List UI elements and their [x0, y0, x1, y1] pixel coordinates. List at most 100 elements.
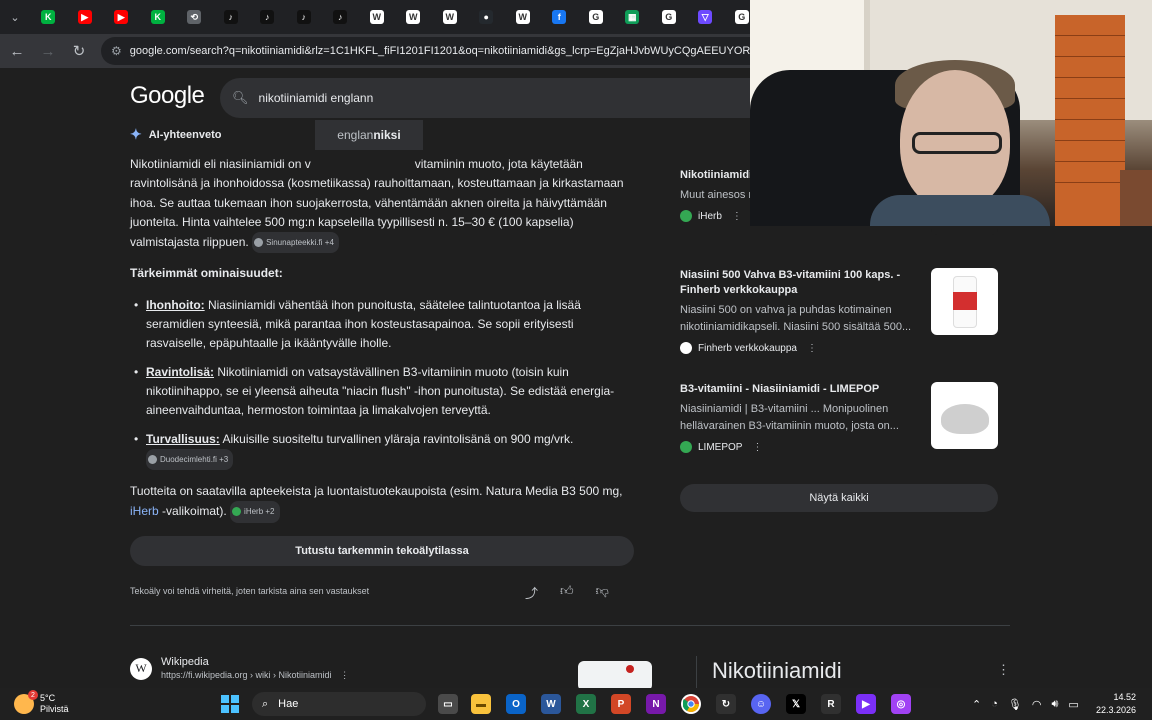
source-card-desc: Niasiini 500 on vahva ja puhdas kotimain… — [680, 304, 912, 333]
more-vert-icon[interactable]: ⋮ — [807, 343, 817, 354]
browser-tab[interactable]: G — [578, 0, 615, 34]
weather-icon: 2 — [14, 690, 38, 714]
source-favicon-icon — [254, 238, 264, 248]
browser-tab[interactable]: ▦ — [614, 0, 651, 34]
windows-start-icon[interactable] — [220, 694, 240, 714]
webcam-overlay — [750, 0, 1152, 226]
windows-taskbar: 2 5°C Pilvistä ⌕ Hae ▭ ▬ O W X P N ↻ ☺ 𝕏 R… — [0, 688, 1152, 720]
source-chip[interactable]: Sinunapteekki.fi +4 — [252, 232, 339, 254]
discord-icon[interactable]: ☺ — [751, 694, 771, 714]
word-icon[interactable]: W — [541, 694, 561, 714]
more-vert-icon[interactable]: ⋮ — [752, 442, 762, 453]
result-url: https://fi.wikipedia.org › wiki › Nikoti… — [161, 670, 349, 681]
wikipedia-result[interactable]: W Wikipedia https://fi.wikipedia.org › w… — [130, 656, 349, 681]
site-favicon-icon — [680, 210, 692, 222]
source-chip-label: Sinunapteekki.fi +4 — [266, 238, 334, 248]
knowledge-panel-title: Nikotiiniamidi — [712, 658, 842, 683]
source-favicon-icon — [232, 507, 242, 517]
wikipedia-thumbnail[interactable] — [578, 661, 652, 688]
task-view-icon[interactable]: ▭ — [438, 694, 458, 714]
site-name: LIMEPOP — [698, 441, 743, 453]
wifi-icon[interactable]: ◠ — [1032, 698, 1042, 711]
browser-tab[interactable]: ⟲ — [176, 0, 213, 34]
browser-tab[interactable]: ● — [468, 0, 505, 34]
volume-icon[interactable]: 🔊︎ — [1051, 698, 1058, 711]
excel-icon[interactable]: X — [576, 694, 596, 714]
outlook-icon[interactable]: O — [506, 694, 526, 714]
browser-tab[interactable]: f — [541, 0, 578, 34]
microphone-icon[interactable]: 🎙︎ — [1008, 698, 1022, 711]
tab-search-chevron-icon[interactable]: ⌄ — [0, 0, 30, 34]
divider — [130, 625, 1010, 626]
site-name: iHerb — [698, 210, 722, 222]
notification-badge: 2 — [28, 690, 38, 700]
browser-tab[interactable]: K — [140, 0, 177, 34]
taskbar-search[interactable]: ⌕ Hae — [252, 692, 426, 716]
more-vert-icon[interactable]: ⋮ — [340, 670, 349, 680]
network-icon[interactable]: ◔ — [991, 698, 998, 710]
result-site-name[interactable]: Wikipedia — [161, 656, 349, 668]
thumbs-down-icon[interactable]: 👎︎ — [596, 583, 609, 602]
browser-tab[interactable]: W — [359, 0, 396, 34]
system-tray: ⌃ ◔ 🎙︎ ◠ 🔊︎ ▭ — [972, 688, 1079, 720]
chrome-icon[interactable] — [681, 694, 701, 714]
iherb-link[interactable]: iHerb — [130, 504, 159, 518]
clock[interactable]: 14.52 22.3.2026 — [1096, 691, 1136, 717]
github-icon: ● — [479, 10, 494, 24]
browser-tab[interactable]: ♪ — [286, 0, 323, 34]
more-vert-icon[interactable]: ⋮ — [732, 211, 742, 222]
google-logo[interactable]: Google — [130, 82, 205, 110]
source-card-title[interactable]: Niasiini 500 Vahva B3-vitamiini 100 kaps… — [680, 268, 930, 298]
share-icon[interactable]: ⤴ — [525, 583, 538, 602]
battery-icon[interactable]: ▭ — [1068, 698, 1078, 711]
address-url: google.com/search?q=nikotiiniamidi&rlz=1… — [129, 45, 753, 57]
source-chip[interactable]: Duodecimlehti.fi +3 — [146, 449, 234, 471]
weather-condition: Pilvistä — [40, 704, 69, 714]
x-icon[interactable]: 𝕏 — [786, 694, 806, 714]
browser-tab[interactable]: K — [30, 0, 67, 34]
product-thumbnail[interactable] — [931, 268, 998, 335]
browser-tab[interactable]: W — [505, 0, 542, 34]
suggestion-completion: niksi — [373, 128, 401, 142]
browser-tab[interactable]: ♪ — [322, 0, 359, 34]
clipchamp-icon[interactable]: ▶ — [856, 694, 876, 714]
site-info-icon[interactable]: ⚙ — [111, 44, 122, 58]
proton-icon: ▽ — [698, 10, 713, 24]
chevron-up-icon[interactable]: ⌃ — [972, 698, 981, 711]
onenote-icon[interactable]: N — [646, 694, 666, 714]
k-icon: K — [41, 10, 56, 24]
show-all-button[interactable]: Näytä kaikki — [680, 484, 998, 512]
app-icon[interactable]: ↻ — [716, 694, 736, 714]
autocomplete-suggestion[interactable]: englan niksi — [315, 120, 423, 150]
sparkle-icon: ✦ — [130, 126, 142, 142]
file-explorer-icon[interactable]: ▬ — [471, 694, 491, 714]
feedback-actions: ⤴ 👍︎ 👎︎ — [525, 583, 609, 602]
reload-icon[interactable]: ↻ — [65, 37, 93, 65]
features-heading: Tärkeimmät ominaisuudet: — [130, 266, 283, 280]
browser-tab[interactable]: W — [432, 0, 469, 34]
browser-tab[interactable]: ▶ — [103, 0, 140, 34]
thumbs-up-icon[interactable]: 👍︎ — [560, 583, 574, 602]
instagram-icon[interactable]: ◎ — [891, 694, 911, 714]
weather-widget[interactable]: 2 5°C Pilvistä — [14, 688, 69, 720]
source-chip[interactable]: iHerb +2 — [230, 501, 280, 523]
back-arrow-icon[interactable]: ← — [3, 37, 31, 65]
browser-tab[interactable]: ▶ — [67, 0, 104, 34]
browser-tab[interactable]: ▽ — [687, 0, 724, 34]
more-vert-icon[interactable]: ⋮ — [997, 662, 1010, 678]
forward-arrow-icon[interactable]: → — [34, 37, 62, 65]
browser-tab[interactable]: W — [395, 0, 432, 34]
browser-tab[interactable]: G — [651, 0, 688, 34]
browser-tab[interactable]: ♪ — [249, 0, 286, 34]
ai-mode-button[interactable]: Tutustu tarkemmin tekoälytilassa — [130, 536, 634, 566]
app-icon[interactable]: R — [821, 694, 841, 714]
powerpoint-icon[interactable]: P — [611, 694, 631, 714]
intro-text-start: Nikotiiniamidi eli niasiiniamidi on v — [130, 157, 311, 171]
browser-tab[interactable]: ♪ — [213, 0, 250, 34]
source-card[interactable]: B3-vitamiini - Niasiiniamidi - LIMEPOP N… — [680, 382, 930, 453]
source-card-title[interactable]: B3-vitamiini - Niasiiniamidi - LIMEPOP — [680, 382, 930, 397]
product-thumbnail[interactable] — [931, 382, 998, 449]
search-query: nikotiiniamidi englann — [258, 91, 374, 105]
bullet-text: Niasiiniamidi vähentää ihon punoitusta, … — [146, 298, 581, 351]
source-card[interactable]: Niasiini 500 Vahva B3-vitamiini 100 kaps… — [680, 268, 930, 354]
